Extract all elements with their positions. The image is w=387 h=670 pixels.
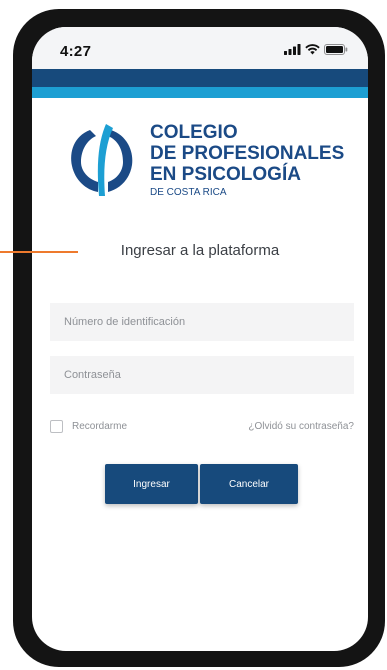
logo-line-2: DE PROFESIONALES	[150, 143, 345, 164]
stage: 4:27 COLEGIO DE PROFESIONALES EN PSICOLO…	[0, 0, 387, 670]
forgot-password-link[interactable]: ¿Olvidó su contraseña?	[248, 421, 354, 432]
remember-checkbox[interactable]	[50, 420, 63, 433]
id-number-input[interactable]	[50, 303, 354, 341]
logo-line-1: COLEGIO	[150, 122, 238, 143]
login-button[interactable]: Ingresar	[105, 464, 198, 504]
cancel-button[interactable]: Cancelar	[200, 464, 298, 504]
logo-subtitle: DE COSTA RICA	[150, 187, 227, 198]
remember-label: Recordarme	[72, 421, 128, 432]
status-icons	[284, 44, 348, 55]
logo: COLEGIO DE PROFESIONALES EN PSICOLOGÍA D…	[68, 122, 358, 202]
header-band-light	[32, 87, 368, 98]
callout-line	[0, 251, 78, 253]
password-input[interactable]	[50, 356, 354, 394]
logo-text: COLEGIO DE PROFESIONALES EN PSICOLOGÍA D…	[150, 122, 344, 200]
status-time: 4:27	[60, 43, 92, 60]
phone-screen: 4:27 COLEGIO DE PROFESIONALES EN PSICOLO…	[32, 27, 368, 651]
status-bar: 4:27	[32, 27, 368, 69]
page-heading: Ingresar a la plataforma	[120, 242, 280, 259]
battery-icon	[324, 44, 348, 55]
header-band-dark	[32, 69, 368, 87]
wifi-icon	[305, 44, 320, 55]
cellular-signal-icon	[284, 44, 301, 55]
logo-line-3: EN PSICOLOGÍA	[150, 164, 301, 185]
remember-me[interactable]: Recordarme	[50, 420, 127, 433]
psi-logo-icon	[71, 124, 133, 196]
